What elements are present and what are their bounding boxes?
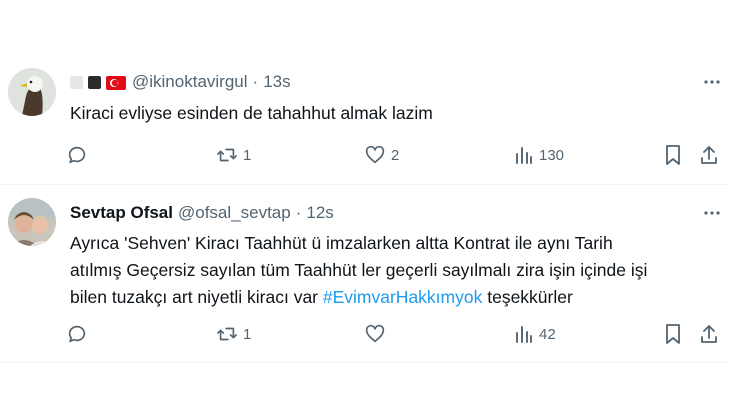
retweet-count: 1 (243, 325, 252, 343)
tweet-actions: 1 2 130 (66, 143, 726, 167)
user-handle[interactable]: @ikinoktavirgul (132, 72, 248, 92)
white-square-icon (70, 75, 83, 89)
timestamp[interactable]: 13s (263, 72, 290, 92)
tweet-text-line: atılmış Geçersiz sayılan tüm Taahhüt ler… (70, 260, 648, 280)
share-button[interactable] (699, 322, 719, 346)
share-icon (701, 146, 717, 164)
bookmark-button[interactable] (663, 143, 683, 167)
reply-icon (68, 146, 86, 164)
tweet-text: Ayrıca 'Sehven' Kiracı Taahhüt ü imzalar… (70, 230, 710, 311)
retweet-button[interactable]: 1 (216, 143, 251, 167)
like-button[interactable] (364, 322, 391, 346)
heart-icon (365, 324, 385, 343)
views-icon (516, 147, 532, 164)
retweet-button[interactable]: 1 (216, 322, 251, 346)
bookmark-icon (666, 145, 680, 165)
retweet-icon (217, 327, 237, 341)
tweet-actions: 1 42 (66, 322, 726, 346)
retweet-count: 1 (243, 146, 252, 164)
separator-dot: · (252, 72, 259, 91)
tweet-header: @ikinoktavirgul · 13s (70, 71, 291, 93)
turkey-flag-icon (106, 75, 126, 90)
like-count: 2 (391, 146, 400, 164)
separator-dot: · (295, 203, 302, 222)
tweet-header: Sevtap Ofsal @ofsal_sevtap · 12s (70, 202, 334, 224)
tweet-text: Kiraci evliyse esinden de tahahhut almak… (70, 103, 433, 123)
user-handle[interactable]: @ofsal_sevtap (178, 203, 291, 223)
views-count: 130 (539, 146, 565, 164)
display-name[interactable]: Sevtap Ofsal (70, 203, 173, 223)
tweet-divider (0, 362, 730, 363)
retweet-icon (217, 148, 237, 162)
reply-button[interactable] (66, 322, 93, 346)
views-count: 42 (539, 325, 556, 343)
reply-button[interactable] (66, 143, 93, 167)
share-button[interactable] (699, 143, 719, 167)
heart-icon (365, 145, 385, 164)
hashtag-link[interactable]: #EvimvarHakkımyok (323, 287, 482, 307)
eagle-avatar-image (8, 68, 56, 116)
tweet-1[interactable]: @ikinoktavirgul · 13s Kiraci evliyse esi… (0, 0, 730, 190)
black-square-icon (88, 75, 101, 89)
tweet-text-segment: teşekkürler (482, 287, 573, 307)
bookmark-icon (666, 324, 680, 344)
bookmark-button[interactable] (663, 322, 683, 346)
views-button[interactable]: 42 (514, 322, 556, 346)
profile-photo-image (8, 198, 56, 246)
more-options-icon[interactable] (702, 72, 722, 92)
tweet-text-line: bilen tuzakçı art niyetli kiracı var #Ev… (70, 284, 710, 311)
timestamp[interactable]: 12s (306, 203, 333, 223)
like-button[interactable]: 2 (364, 143, 399, 167)
tweet-text-line: Ayrıca 'Sehven' Kiracı Taahhüt ü imzalar… (70, 233, 613, 253)
views-icon (516, 326, 532, 343)
reply-icon (68, 325, 86, 343)
more-options-icon[interactable] (702, 203, 722, 223)
tweet-text-segment: bilen tuzakçı art niyetli kiracı var (70, 287, 323, 307)
tweet-2[interactable]: Sevtap Ofsal @ofsal_sevtap · 12s Ayrıca … (0, 185, 730, 365)
flag-emojis (70, 75, 126, 90)
views-button[interactable]: 130 (514, 143, 564, 167)
avatar[interactable] (8, 198, 56, 246)
share-icon (701, 325, 717, 343)
avatar[interactable] (8, 68, 56, 116)
